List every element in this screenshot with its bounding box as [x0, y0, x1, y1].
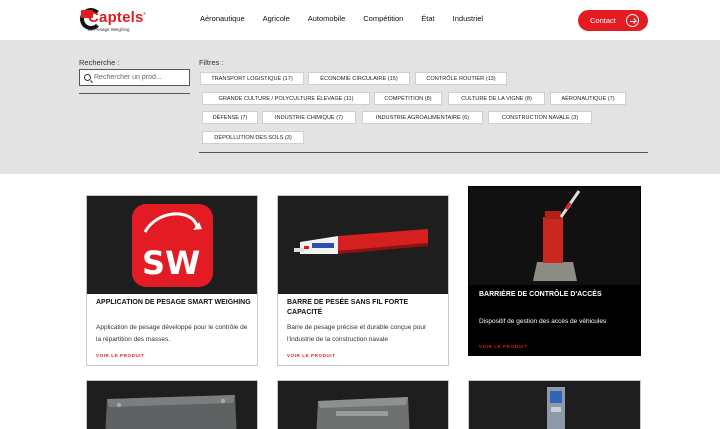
smart-weighing-app-icon: SW	[132, 204, 213, 287]
product-image	[469, 381, 640, 429]
filter-chip-industrie-agroalimentaire[interactable]: INDUSTRIE AGROALIMENTAIRE (6)	[362, 111, 483, 124]
filter-chip-culture-vigne[interactable]: CULTURE DE LA VIGNE (8)	[448, 92, 545, 105]
site-header: Captels ® Le Pesage Weighing Aéronautiqu…	[0, 0, 720, 40]
product-title: APPLICATION DE PESAGE SMART WEIGHING	[96, 299, 251, 306]
filter-chip-competition[interactable]: COMPÉTITION (8)	[374, 92, 442, 105]
filters-label: Filtres :	[199, 58, 224, 67]
junction-box-image	[105, 395, 237, 429]
product-title: BARRIÈRE DE CONTRÔLE D'ACCÈS	[479, 291, 602, 298]
product-image	[469, 187, 640, 285]
product-card[interactable]: BARRE DE PESÉE SANS FIL FORTE CAPACITÉ B…	[277, 195, 449, 366]
nav-etat[interactable]: État	[421, 14, 434, 23]
view-product-link[interactable]: VOIR LE PRODUIT	[479, 344, 528, 349]
product-image	[278, 196, 448, 294]
search-label: Recherche :	[79, 58, 120, 67]
main-nav: Aéronautique Agricole Automobile Compéti…	[200, 14, 501, 23]
filters-divider	[199, 152, 648, 153]
logo-tagline: Le Pesage Weighing	[88, 27, 130, 32]
search-icon	[84, 74, 91, 81]
access-barrier-image	[533, 190, 581, 281]
view-product-link[interactable]: VOIR LE PRODUIT	[287, 353, 336, 358]
product-card-highlighted[interactable]: BARRIÈRE DE CONTRÔLE D'ACCÈS Dispositif …	[468, 186, 641, 356]
nav-agricole[interactable]: Agricole	[263, 14, 290, 23]
logo-registered-mark: ®	[143, 11, 146, 16]
nav-industriel[interactable]: Industriel	[453, 14, 483, 23]
product-image	[278, 381, 448, 429]
contact-button-label: Contact	[590, 16, 616, 25]
product-image	[87, 381, 257, 429]
filter-chip-depollution-sols[interactable]: DÉPOLLUTION DES SOLS (3)	[202, 131, 304, 144]
search-box[interactable]	[79, 69, 190, 86]
product-card[interactable]	[277, 380, 449, 429]
filter-chip-economie-circulaire[interactable]: ÉCONOMIE CIRCULAIRE (15)	[308, 72, 410, 85]
filter-chip-industrie-chimique[interactable]: INDUSTRIE CHIMIQUE (7)	[262, 111, 356, 124]
terminal-image	[547, 387, 565, 429]
product-card[interactable]	[86, 380, 258, 429]
filter-chip-grande-culture[interactable]: GRANDE CULTURE / POLYCULTURE ÉLEVAGE (11…	[202, 92, 370, 105]
nav-aeronautique[interactable]: Aéronautique	[200, 14, 245, 23]
product-image: SW	[87, 196, 257, 294]
search-input[interactable]	[94, 71, 188, 84]
product-description: Application de pesage développé pour le …	[96, 324, 248, 343]
product-card[interactable]: SW APPLICATION DE PESAGE SMART WEIGHING …	[86, 195, 258, 366]
arrow-right-circle-icon	[626, 14, 639, 27]
captels-logo[interactable]: Captels ® Le Pesage Weighing	[80, 8, 160, 34]
svg-text:SW: SW	[142, 244, 200, 282]
nav-competition[interactable]: Compétition	[363, 14, 403, 23]
filter-chip-construction-navale[interactable]: CONSTRUCTION NAVALE (3)	[488, 111, 592, 124]
search-divider	[79, 93, 190, 94]
filter-chip-controle-routier[interactable]: CONTRÔLE ROUTIER (13)	[415, 72, 507, 85]
weighing-bar-image	[294, 229, 428, 254]
indicator-box-image	[316, 397, 410, 429]
contact-button[interactable]: Contact	[578, 10, 648, 31]
product-card[interactable]	[468, 380, 641, 429]
filter-chip-aeronautique[interactable]: AÉRONAUTIQUE (7)	[550, 92, 626, 105]
product-description: Dispositif de gestion des accès de véhic…	[479, 318, 607, 325]
nav-automobile[interactable]: Automobile	[308, 14, 346, 23]
filter-chip-defense[interactable]: DÉFENSE (7)	[202, 111, 258, 124]
logo-text: Captels	[88, 9, 144, 26]
product-title: BARRE DE PESÉE SANS FIL FORTE CAPACITÉ	[287, 299, 409, 316]
view-product-link[interactable]: VOIR LE PRODUIT	[96, 353, 145, 358]
product-description: Barre de pesage précise et durable conçu…	[287, 324, 427, 343]
filter-chip-transport-logistique[interactable]: TRANSPORT LOGISTIQUE (17)	[200, 72, 304, 85]
